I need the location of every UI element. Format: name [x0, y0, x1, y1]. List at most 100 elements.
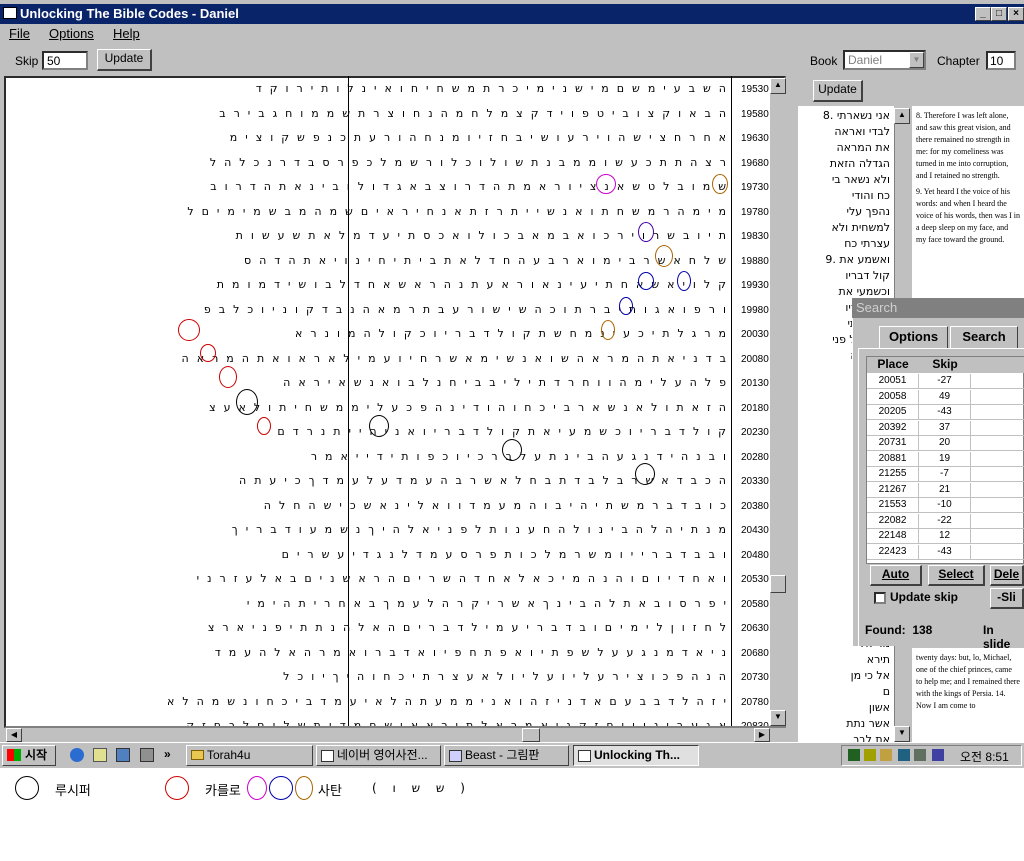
- row-letters[interactable]: אגעבינוויחזקניאמראלתיראאישחמדותשלוםלךחזק: [16, 719, 734, 726]
- result-place[interactable]: 22423: [867, 544, 919, 560]
- result-extra[interactable]: [971, 545, 1024, 560]
- result-extra[interactable]: [971, 514, 1024, 529]
- scroll-down-button[interactable]: ▼: [770, 710, 786, 726]
- row-letters[interactable]: מנתיהלהבינולהחענותלפניאלהיךנשמעודבריך: [16, 523, 734, 536]
- chevron-down-icon[interactable]: ▼: [909, 52, 924, 68]
- update-skip-checkbox[interactable]: [874, 592, 886, 604]
- result-extra[interactable]: [971, 467, 1024, 482]
- row-letters[interactable]: קלויאשאחתיעינאוראעתנהראשאחדלבושידמומת: [16, 278, 734, 291]
- result-extra[interactable]: [971, 436, 1024, 451]
- quick-launch-app-icon[interactable]: [140, 748, 154, 762]
- hscroll-thumb[interactable]: [522, 728, 540, 742]
- result-place[interactable]: 20051: [867, 374, 919, 389]
- row-letters[interactable]: ובנהידנגעהבינתעלברכיוכפותידייאמר: [16, 450, 734, 463]
- result-extra[interactable]: [971, 374, 1024, 389]
- result-place[interactable]: 20058: [867, 389, 919, 405]
- scroll-right-button[interactable]: ▶: [754, 728, 770, 742]
- result-place[interactable]: 21553: [867, 498, 919, 513]
- result-place[interactable]: 20881: [867, 451, 919, 467]
- quick-launch-edit-icon[interactable]: [93, 748, 107, 762]
- row-letters[interactable]: שמובלטשאנציוראמתהדרוצבאגדולובינאתהדרוב: [16, 180, 734, 193]
- taskbar-item-paint[interactable]: Beast - 그림판: [444, 745, 569, 766]
- minimize-button[interactable]: _: [975, 7, 991, 21]
- grid-hscrollbar[interactable]: [6, 728, 770, 742]
- tray-icon-5[interactable]: [914, 749, 926, 761]
- scroll-thumb[interactable]: [770, 575, 786, 593]
- tray-icon-2[interactable]: [864, 749, 876, 761]
- row-letters[interactable]: רצהתתכעשוממבנתשולוכלורשמלכפרסבדרנכלהל: [16, 156, 734, 169]
- book-select[interactable]: Daniel ▼: [843, 50, 926, 70]
- taskbar-item-unlocking[interactable]: Unlocking Th...: [573, 745, 699, 766]
- row-letters[interactable]: הכבדאשרבלבדתבחלאשרבהעמדעלעמדךכיעתה: [16, 474, 734, 487]
- result-place[interactable]: 20731: [867, 436, 919, 451]
- row-letters[interactable]: ניאדמנגעעלשפתיואפתחפיואדברואמרהאלהעמד: [16, 646, 734, 659]
- update-skip-label[interactable]: Update skip: [890, 590, 958, 604]
- quick-launch-outlook-icon[interactable]: [116, 748, 130, 762]
- row-letters[interactable]: הזאתולאנשארביכחוהודינהפכעליממשחיתולאעצ: [16, 401, 734, 414]
- update-button[interactable]: Update: [97, 49, 152, 71]
- column-header-place[interactable]: Place: [867, 357, 919, 373]
- result-skip[interactable]: -22: [919, 513, 971, 529]
- skip-input[interactable]: [42, 51, 88, 70]
- hebrew-scroll-up[interactable]: ▲: [894, 108, 910, 124]
- result-skip[interactable]: 21: [919, 482, 971, 498]
- row-letters[interactable]: השבעימשםמישנימיכרתמשחיחואינלותירוקד: [16, 82, 734, 95]
- row-letters[interactable]: שלחאשרבימוארבעהחדלאתביתיחינויאתהדהס: [16, 254, 734, 267]
- chapter-update-button[interactable]: Update: [813, 80, 863, 102]
- result-skip[interactable]: -27: [919, 374, 971, 389]
- row-letters[interactable]: פלהעלימהווחרדתיליבביחנלבואנשאיראה: [16, 376, 734, 389]
- grid-vscrollbar[interactable]: [770, 78, 786, 726]
- result-skip[interactable]: 20: [919, 436, 971, 451]
- maximize-button[interactable]: □: [991, 7, 1007, 21]
- result-extra[interactable]: [971, 390, 1024, 405]
- row-letters[interactable]: יפרסובאתלהבינךאשריקרהלעמךבאחריתהימי: [16, 597, 734, 610]
- result-skip[interactable]: 37: [919, 420, 971, 436]
- row-letters[interactable]: מרגלתיכעינמחשתקולדבריוכקולהמונרא: [16, 327, 734, 340]
- row-letters[interactable]: הבאוקצוביטפוידקצמלחמהנחוצרתשממוחגבירב: [16, 107, 734, 120]
- result-skip[interactable]: -43: [919, 405, 971, 420]
- row-letters[interactable]: מימהרמשחתואנשייתרזתאנחיראיםשמהמבשמימיםל: [16, 205, 734, 218]
- row-letters[interactable]: בדניאתהמראהשואנשימאשרחיועמילאראואתהמראה: [16, 352, 734, 365]
- menu-help[interactable]: Help: [113, 26, 140, 41]
- column-header-skip[interactable]: Skip: [919, 357, 971, 373]
- result-extra[interactable]: [971, 405, 1024, 420]
- row-letters[interactable]: ובבדברייומשרמלכותפרסעמדלנגדיעשרים: [16, 548, 734, 561]
- result-place[interactable]: 22082: [867, 513, 919, 529]
- menu-options[interactable]: Options: [49, 26, 94, 41]
- delete-button[interactable]: Dele: [990, 565, 1024, 586]
- row-letters[interactable]: אחרחצישהוירעושיבחזיומנחהורעתכנפשקוצימ: [16, 131, 734, 144]
- hebrew-scroll-down[interactable]: ▼: [894, 726, 910, 742]
- chapter-input[interactable]: [986, 51, 1016, 70]
- result-skip[interactable]: 49: [919, 389, 971, 405]
- result-extra[interactable]: [971, 452, 1024, 467]
- slide-button[interactable]: -Sli: [990, 588, 1024, 609]
- row-letters[interactable]: כובדברמשתיהיבוהמעמדוואלינאשכישהחלה: [16, 499, 734, 512]
- tray-icon-4[interactable]: [898, 749, 910, 761]
- scroll-up-button[interactable]: ▲: [770, 78, 786, 94]
- row-letters[interactable]: תיובשרוירכואבמאבכולואכסתיעדמלאתשעשות: [16, 229, 734, 242]
- menu-file[interactable]: File: [9, 26, 30, 41]
- start-button[interactable]: 시작: [2, 745, 56, 766]
- tab-options[interactable]: Options: [879, 326, 948, 348]
- result-skip[interactable]: 19: [919, 451, 971, 467]
- quick-launch-more-icon[interactable]: »: [164, 747, 171, 761]
- result-extra[interactable]: [971, 529, 1024, 544]
- quick-launch-ie-icon[interactable]: [70, 748, 84, 762]
- tray-icon-6[interactable]: [932, 749, 944, 761]
- scroll-left-button[interactable]: ◀: [6, 728, 22, 742]
- result-extra[interactable]: [971, 421, 1024, 436]
- result-skip[interactable]: 12: [919, 529, 971, 544]
- taskbar-item-torah4u[interactable]: Torah4u: [186, 745, 313, 766]
- result-extra[interactable]: [971, 483, 1024, 498]
- taskbar-item-naver[interactable]: 네이버 영어사전...: [316, 745, 441, 766]
- select-button[interactable]: Select: [928, 565, 985, 586]
- result-skip[interactable]: -43: [919, 544, 971, 560]
- result-place[interactable]: 21267: [867, 482, 919, 498]
- row-letters[interactable]: יזהלדבבעםאדניזהואניממעתהלאיעמדביכחונשמהל…: [16, 695, 734, 708]
- row-letters[interactable]: הנהפכוצירעליועליולאעצרתיכחוהיךיוכל: [16, 670, 734, 683]
- result-skip[interactable]: -10: [919, 498, 971, 513]
- row-letters[interactable]: לחזוןלימיםובדבריעמילדבריםהאלהנתתיפניארצ: [16, 621, 734, 634]
- result-place[interactable]: 21255: [867, 467, 919, 482]
- close-button[interactable]: ×: [1008, 7, 1024, 21]
- tray-icon-1[interactable]: [848, 749, 860, 761]
